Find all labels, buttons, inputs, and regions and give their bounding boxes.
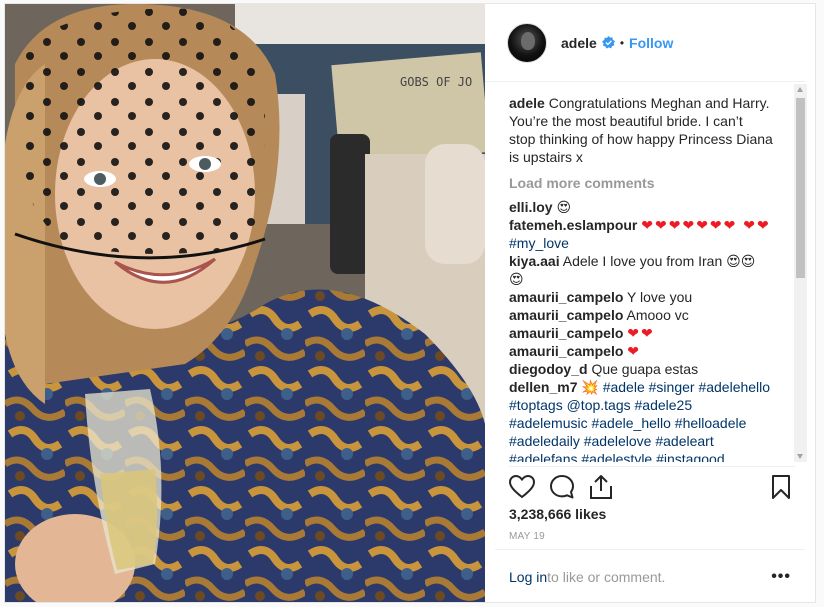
comment-text: Amooo vc	[626, 307, 689, 323]
comment-username[interactable]: dellen_m7	[509, 379, 577, 395]
heart-icon	[509, 474, 535, 498]
instagram-post: GOBS OF JO adele • Follow adele Congratu…	[4, 3, 816, 603]
post-header: adele • Follow	[485, 4, 805, 82]
comment-item: kiya.aai Adele I love you from Iran 😍😍 😍	[509, 252, 773, 288]
comment-username[interactable]: amaurii_campelo	[509, 325, 623, 341]
login-link[interactable]: Log in	[509, 569, 547, 585]
like-button[interactable]	[509, 467, 549, 507]
selfie-image: GOBS OF JO	[5, 4, 485, 602]
load-more-comments-button[interactable]: Load more comments	[509, 174, 773, 192]
comment-hashtag[interactable]: #my_love	[509, 235, 569, 251]
sign-text: GOBS OF JO	[400, 75, 472, 89]
comment-item: fatemeh.eslampour ❤❤❤❤❤❤❤ ❤❤ #my_love	[509, 216, 773, 252]
share-button[interactable]	[589, 467, 629, 507]
comment-bubble-icon	[550, 474, 574, 498]
comment-username[interactable]: fatemeh.eslampour	[509, 217, 637, 233]
share-icon	[590, 474, 612, 499]
comment-button[interactable]	[549, 467, 589, 507]
follow-button[interactable]: Follow	[629, 35, 673, 51]
likes-count[interactable]: 3,238,666 likes	[509, 506, 606, 522]
scrollbar-thumb[interactable]	[796, 98, 805, 278]
comment-username[interactable]: elli.loy	[509, 199, 553, 215]
post-caption: adele Congratulations Meghan and Harry. …	[509, 94, 773, 166]
bookmark-icon	[772, 474, 790, 499]
comment-item: dellen_m7 💥 #adele #singer #adelehello #…	[509, 378, 773, 462]
post-side-panel: adele • Follow adele Congratulations Meg…	[485, 4, 815, 602]
post-photo[interactable]: GOBS OF JO	[5, 4, 485, 602]
comment-username[interactable]: amaurii_campelo	[509, 307, 623, 323]
comments-scrollbar[interactable]	[794, 84, 807, 462]
comment-text: ❤❤	[627, 325, 655, 341]
separator-dot: •	[619, 35, 625, 50]
comment-username[interactable]: amaurii_campelo	[509, 289, 623, 305]
comment-item: elli.loy 😍	[509, 198, 773, 216]
comment-item: diegodoy_d Que guapa estas	[509, 360, 773, 378]
verified-badge-icon	[601, 36, 615, 49]
comment-text: Y love you	[627, 289, 693, 305]
comment-text: Que guapa estas	[591, 361, 699, 377]
comment-text: 😍	[556, 199, 572, 215]
scroll-down-icon[interactable]	[797, 454, 803, 459]
more-options-button[interactable]: •••	[771, 568, 791, 586]
comment-username[interactable]: amaurii_campelo	[509, 343, 623, 359]
save-button[interactable]	[771, 467, 795, 507]
comment-item: amaurii_campelo ❤❤	[509, 324, 773, 342]
comment-footer: Log in to like or comment. •••	[495, 549, 805, 604]
post-date[interactable]: MAY 19	[509, 531, 545, 542]
avatar[interactable]	[507, 22, 547, 63]
comment-username[interactable]: diegodoy_d	[509, 361, 588, 377]
username-link[interactable]: adele	[561, 35, 597, 51]
login-prompt-text: to like or comment.	[547, 569, 666, 585]
scroll-up-icon[interactable]	[797, 87, 803, 92]
caption-username[interactable]: adele	[509, 95, 545, 111]
caption-text: Congratulations Meghan and Harry. You’re…	[509, 95, 773, 165]
comments-list[interactable]: adele Congratulations Meghan and Harry. …	[485, 84, 815, 462]
comment-text: ❤	[627, 343, 642, 359]
action-bar	[509, 466, 795, 506]
comment-username[interactable]: kiya.aai	[509, 253, 560, 269]
comment-item: amaurii_campelo ❤	[509, 342, 773, 360]
comment-text: ❤❤❤❤❤❤❤ ❤❤	[641, 217, 771, 233]
comment-item: amaurii_campelo Y love you	[509, 288, 773, 306]
comment-text: 💥	[581, 379, 599, 395]
comment-item: amaurii_campelo Amooo vc	[509, 306, 773, 324]
